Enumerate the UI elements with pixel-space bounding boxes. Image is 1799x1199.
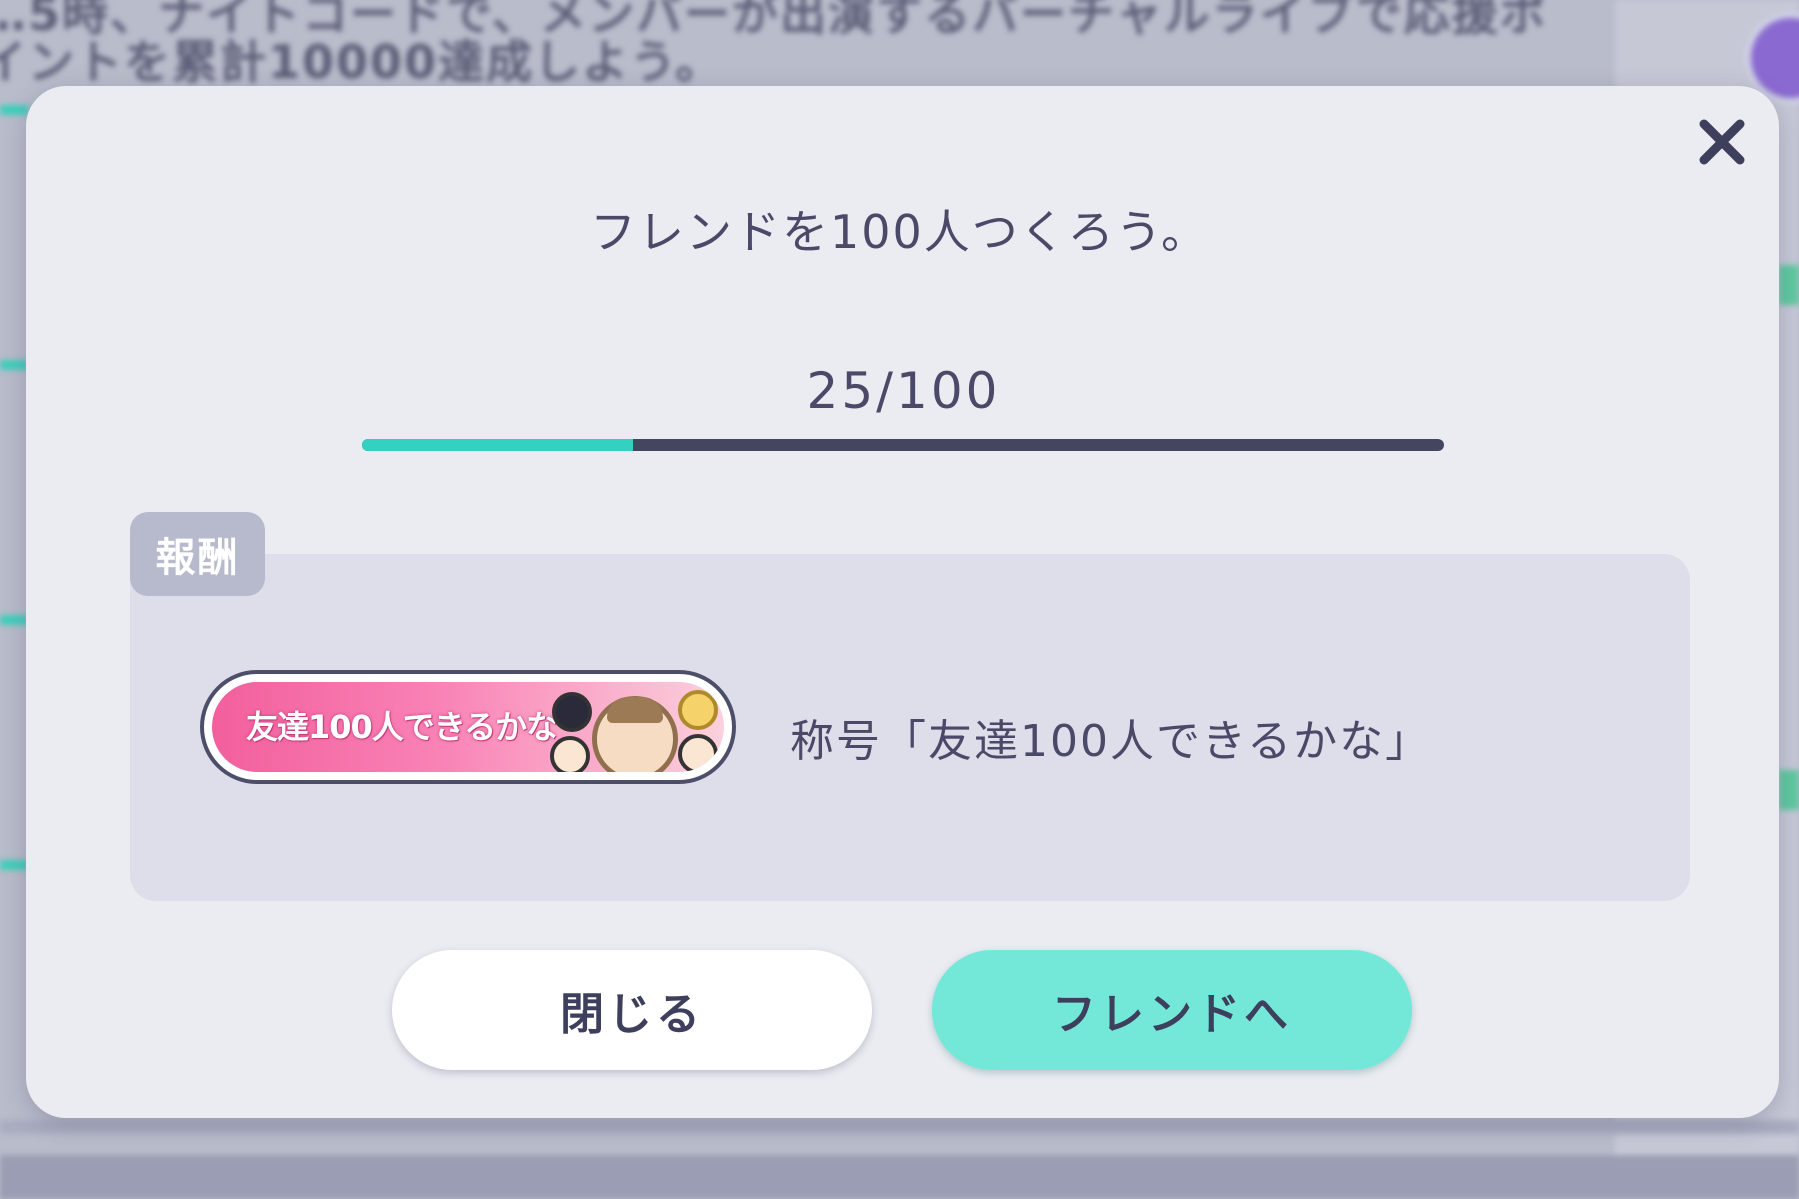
background-footer: [0, 1155, 1799, 1199]
progress-bar: [362, 439, 1444, 451]
background-footer-line: [0, 1120, 1799, 1134]
go-to-friends-button[interactable]: フレンドへ: [932, 950, 1412, 1070]
title-badge-image: 友達100人できるかな: [200, 670, 736, 784]
character-mini-icon: [678, 734, 718, 772]
reward-tag: 報酬: [130, 512, 265, 596]
character-mini-icon: [550, 736, 590, 772]
character-mini-icon: [678, 690, 718, 730]
background-stripe: [0, 105, 28, 115]
progress-count: 25/100: [806, 362, 1001, 420]
background-stripe: [0, 860, 28, 870]
reward-name: 称号「友達100人できるかな」: [790, 716, 1432, 767]
close-icon[interactable]: [1690, 110, 1754, 174]
mission-title: フレンドを100人つくろう。: [589, 205, 1210, 259]
title-badge-background: 友達100人できるかな: [212, 682, 724, 772]
background-stripe: [0, 615, 28, 625]
character-face-icon: [592, 696, 678, 772]
character-mini-icon: [552, 692, 592, 732]
close-button[interactable]: 閉じる: [392, 950, 872, 1070]
background-stripe: [1779, 770, 1799, 810]
progress-bar-fill: [362, 439, 633, 451]
background-stripe: [1779, 265, 1799, 305]
title-badge-text: 友達100人できるかな: [246, 708, 558, 746]
background-text-line-2: イントを累計10000達成しよう。: [0, 35, 724, 89]
